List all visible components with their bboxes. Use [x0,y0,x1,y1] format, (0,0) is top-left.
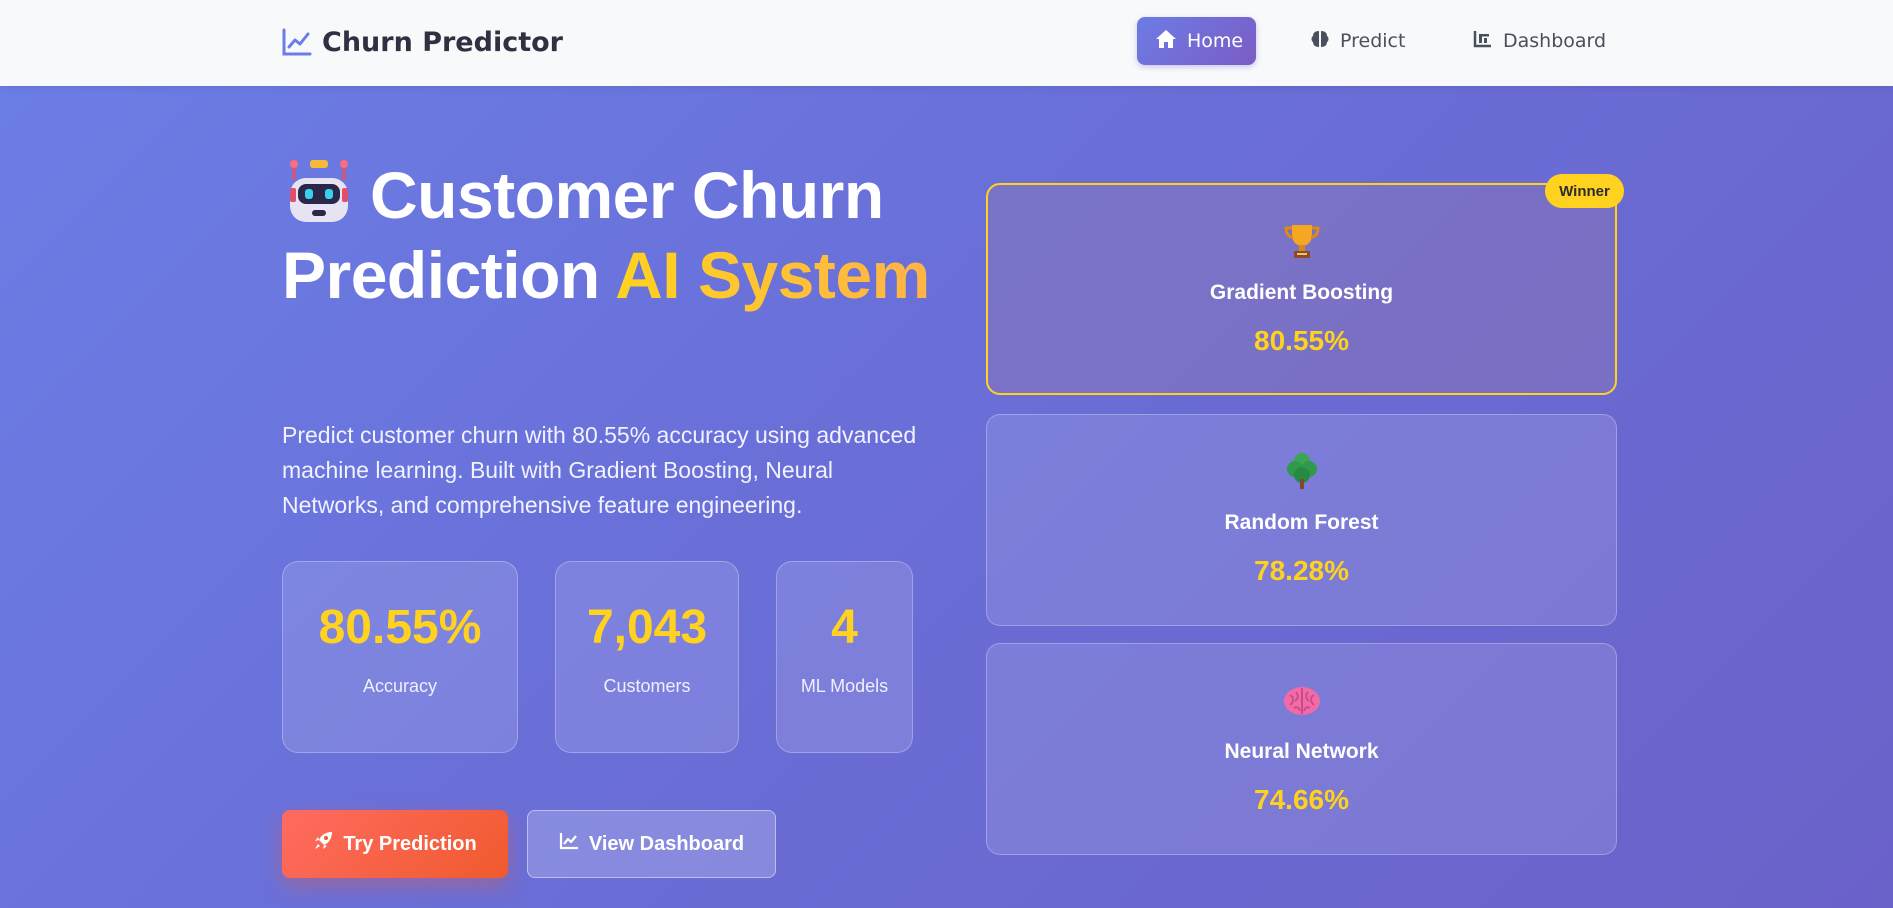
stat-label: Customers [603,676,691,696]
stat-value: 80.55% [318,601,482,654]
brand[interactable]: Churn Predictor [282,24,563,60]
navbar: Churn Predictor Home Predict Dashboard [0,0,1893,86]
view-dashboard-label: View Dashboard [588,832,745,855]
model-score: 80.55% [1254,325,1349,356]
model-score: 74.66% [1254,784,1349,815]
brain-icon [1310,29,1330,54]
try-prediction-button[interactable]: Try Prediction [282,810,508,878]
stat-label: ML Models [800,676,889,696]
home-icon [1155,29,1177,54]
brand-name: Churn Predictor [322,26,563,58]
model-name: Random Forest [1224,511,1379,534]
nav-predict-label: Predict [1340,30,1406,52]
stat-label: Accuracy [362,676,438,696]
nav-predict[interactable]: Predict [1292,17,1427,65]
stat-value: 7,043 [586,601,708,654]
hero-title: Customer Churn Prediction AI System [282,155,942,315]
model-score: 78.28% [1254,555,1349,586]
hero-title-accent: AI System [615,238,930,312]
robot-icon [282,158,356,224]
nav-dashboard-label: Dashboard [1503,30,1607,52]
chart-line-icon [559,832,579,856]
trophy-icon [1282,221,1322,261]
hero-description: Predict customer churn with 80.55% accur… [282,422,917,518]
stat-card-customers: 7,043 Customers [555,561,739,753]
tree-icon [1282,451,1322,491]
model-card-gradient-boosting: Gradient Boosting 80.55% [986,183,1617,395]
nav-dashboard[interactable]: Dashboard [1455,17,1615,65]
model-name: Neural Network [1224,740,1379,763]
stat-card-models: 4 ML Models [776,561,913,753]
model-card-neural-network: Neural Network 74.66% [986,643,1617,855]
winner-badge: Winner [1545,174,1624,208]
model-name: Gradient Boosting [1209,281,1394,304]
try-prediction-label: Try Prediction [343,832,477,855]
nav-home-label: Home [1187,30,1244,52]
brain-icon [1282,680,1322,720]
stat-card-accuracy: 80.55% Accuracy [282,561,518,753]
nav-home[interactable]: Home [1137,17,1256,65]
stat-value: 4 [831,601,858,654]
rocket-icon [313,831,333,857]
bar-chart-icon [1473,30,1493,53]
view-dashboard-button[interactable]: View Dashboard [527,810,776,878]
model-card-random-forest: Random Forest 78.28% [986,414,1617,626]
chart-line-icon [282,28,312,56]
